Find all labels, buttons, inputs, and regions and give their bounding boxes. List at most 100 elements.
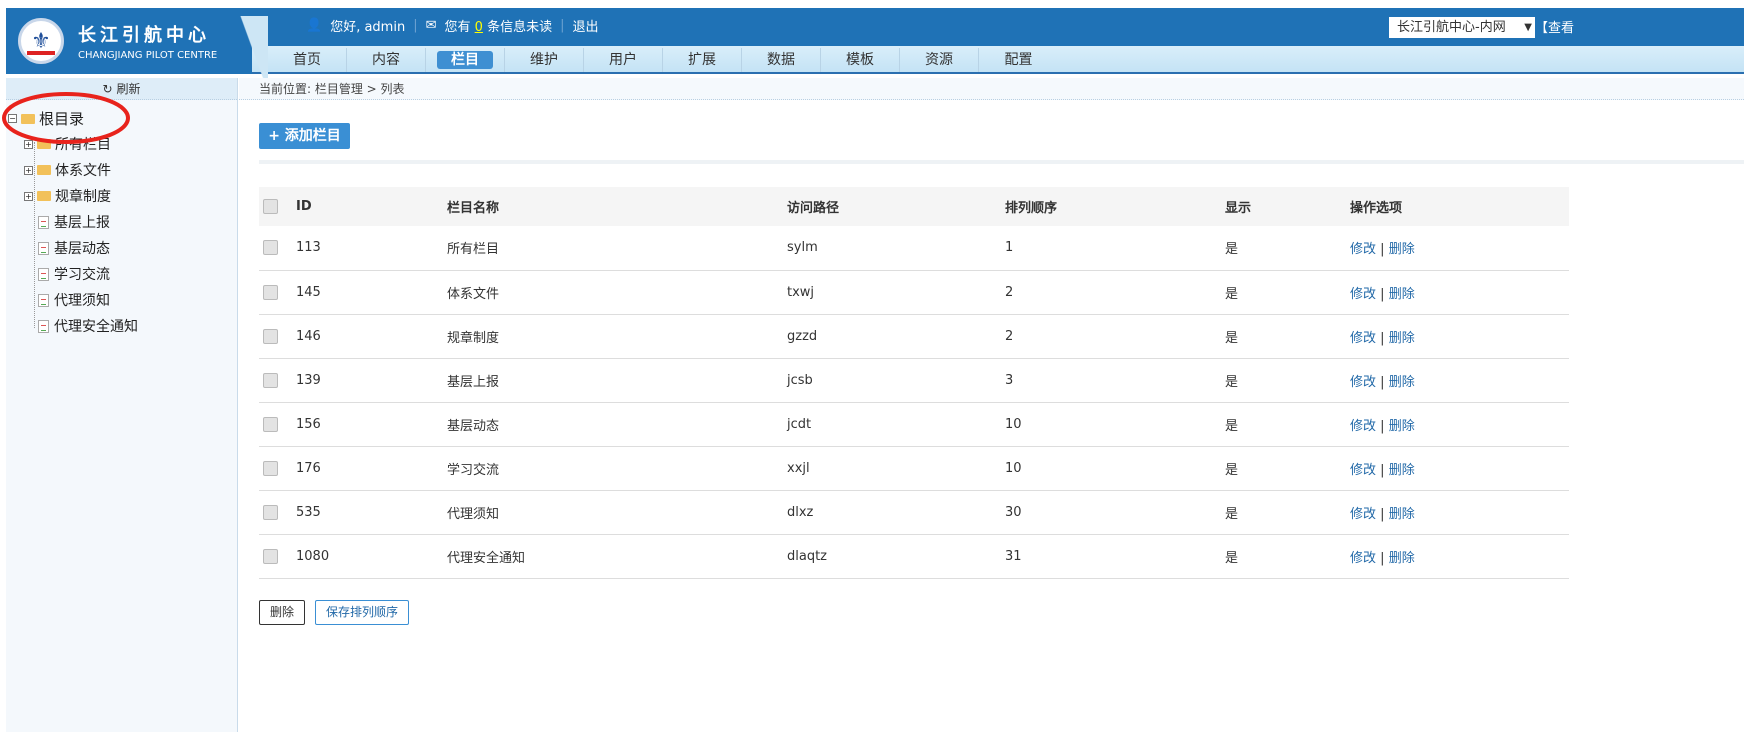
row-checkbox[interactable] [263, 284, 278, 300]
save-order-button[interactable]: 保存排列顺序 [315, 600, 410, 625]
tree-item[interactable]: 学习交流 [38, 264, 110, 284]
col-name: 栏目名称 [447, 201, 500, 216]
tree-label: 代理须知 [54, 293, 110, 309]
site-select[interactable]: 长江引航中心-内网 ▼ [1389, 17, 1535, 38]
row-order: 30 [1005, 504, 1022, 520]
nav-resources[interactable]: 资源 [900, 48, 979, 72]
delete-link[interactable]: 删除 [1389, 507, 1415, 522]
add-column-button[interactable]: + 添加栏目 [259, 123, 350, 149]
row-checkbox[interactable] [263, 328, 278, 344]
annotation-ellipse [2, 92, 130, 144]
expand-icon[interactable]: + [24, 191, 33, 201]
col-show: 显示 [1225, 201, 1252, 216]
row-order: 10 [1005, 416, 1022, 432]
delete-link[interactable]: 删除 [1389, 551, 1415, 566]
nav-users[interactable]: 用户 [584, 48, 663, 72]
delete-button[interactable]: 删除 [259, 600, 306, 625]
row-name: 学习交流 [447, 462, 500, 478]
delete-link[interactable]: 删除 [1389, 463, 1415, 478]
view-link[interactable]: 【查看 [1535, 17, 1574, 36]
tree-item[interactable]: + 规章制度 [24, 186, 111, 206]
nav-template[interactable]: 模板 [821, 48, 900, 72]
user-bar: 👤 您好, admin | ✉ 您有 0 条信息未读 | 退出 [306, 16, 598, 35]
site-select-value: 长江引航中心-内网 [1397, 20, 1506, 35]
select-all-checkbox[interactable] [263, 199, 278, 214]
document-icon [38, 241, 49, 255]
edit-link[interactable]: 修改 [1350, 375, 1376, 390]
edit-link[interactable]: 修改 [1350, 507, 1376, 522]
tree-item[interactable]: 基层上报 [38, 212, 110, 232]
edit-link[interactable]: 修改 [1350, 419, 1376, 434]
logo: ⚜ 长江引航中心 CHANGJIANG PILOT CENTRE [6, 8, 256, 74]
delete-link[interactable]: 删除 [1389, 375, 1415, 390]
edit-link[interactable]: 修改 [1350, 331, 1376, 346]
row-checkbox[interactable] [263, 548, 278, 564]
delete-link[interactable]: 删除 [1389, 331, 1415, 346]
logout-link[interactable]: 退出 [572, 16, 598, 35]
nav-content[interactable]: 内容 [347, 48, 426, 72]
expand-icon[interactable]: + [24, 165, 33, 175]
row-order: 31 [1005, 548, 1022, 564]
row-checkbox[interactable] [263, 416, 278, 432]
tree-item[interactable]: 代理须知 [38, 290, 110, 310]
nav-extend[interactable]: 扩展 [663, 48, 742, 72]
row-order: 2 [1005, 328, 1014, 344]
edit-link[interactable]: 修改 [1350, 463, 1376, 478]
msg-count[interactable]: 0 [475, 20, 483, 35]
row-order: 2 [1005, 284, 1014, 300]
divider: | [413, 18, 418, 33]
tree-label: 代理安全通知 [54, 319, 138, 335]
separator: | [1380, 462, 1385, 478]
table-row: 535 代理须知 dlxz 30 是 修改 | 删除 [259, 490, 1569, 534]
row-show: 是 [1225, 330, 1239, 346]
row-path: sylm [787, 240, 818, 256]
row-name: 代理安全通知 [447, 550, 526, 566]
row-id: 176 [296, 460, 321, 476]
row-id: 145 [296, 284, 321, 300]
row-name: 所有栏目 [447, 242, 500, 258]
separator: | [1380, 242, 1385, 258]
messages-link[interactable]: 您有 0 条信息未读 [444, 16, 552, 35]
row-checkbox[interactable] [263, 504, 278, 520]
separator: | [1380, 418, 1385, 434]
row-checkbox[interactable] [263, 240, 278, 256]
delete-link[interactable]: 删除 [1389, 419, 1415, 434]
row-path: gzzd [787, 328, 818, 344]
row-name: 基层动态 [447, 418, 500, 434]
row-path: dlxz [787, 504, 814, 520]
breadcrumb: 当前位置: 栏目管理 > 列表 [239, 78, 1744, 100]
mail-icon: ✉ [425, 18, 437, 33]
delete-link[interactable]: 删除 [1389, 287, 1415, 302]
header-divider [238, 16, 268, 82]
tree-item[interactable]: 基层动态 [38, 238, 110, 258]
nav-config[interactable]: 配置 [979, 48, 1058, 72]
row-path: dlaqtz [787, 548, 828, 564]
row-order: 1 [1005, 240, 1014, 256]
row-checkbox[interactable] [263, 460, 278, 476]
table-header: ID 栏目名称 访问路径 排列顺序 显示 操作选项 [259, 187, 1569, 226]
footer-actions: 删除 保存排列顺序 [259, 600, 410, 625]
row-checkbox[interactable] [263, 372, 278, 388]
col-id: ID [296, 199, 312, 214]
table-row: 113 所有栏目 sylm 1 是 修改 | 删除 [259, 226, 1569, 270]
nav-maintain[interactable]: 维护 [505, 48, 584, 72]
table-row: 145 体系文件 txwj 2 是 修改 | 删除 [259, 270, 1569, 314]
row-id: 113 [296, 240, 321, 256]
edit-link[interactable]: 修改 [1350, 287, 1376, 302]
chevron-down-icon: ▼ [1524, 22, 1532, 33]
tree-label: 规章制度 [55, 189, 111, 205]
logo-subtitle: CHANGJIANG PILOT CENTRE [78, 50, 218, 61]
delete-link[interactable]: 删除 [1389, 242, 1415, 257]
row-order: 3 [1005, 372, 1014, 388]
nav-home[interactable]: 首页 [268, 48, 347, 72]
tree-item[interactable]: 代理安全通知 [38, 316, 138, 336]
tree-item[interactable]: + 体系文件 [24, 160, 111, 180]
msg-prefix: 您有 [444, 20, 471, 35]
nav-data[interactable]: 数据 [742, 48, 821, 72]
col-path: 访问路径 [787, 201, 840, 216]
edit-link[interactable]: 修改 [1350, 551, 1376, 566]
table-row: 146 规章制度 gzzd 2 是 修改 | 删除 [259, 314, 1569, 358]
nav-column[interactable]: 栏目 [426, 48, 505, 72]
table-row: 139 基层上报 jcsb 3 是 修改 | 删除 [259, 358, 1569, 402]
edit-link[interactable]: 修改 [1350, 242, 1376, 257]
